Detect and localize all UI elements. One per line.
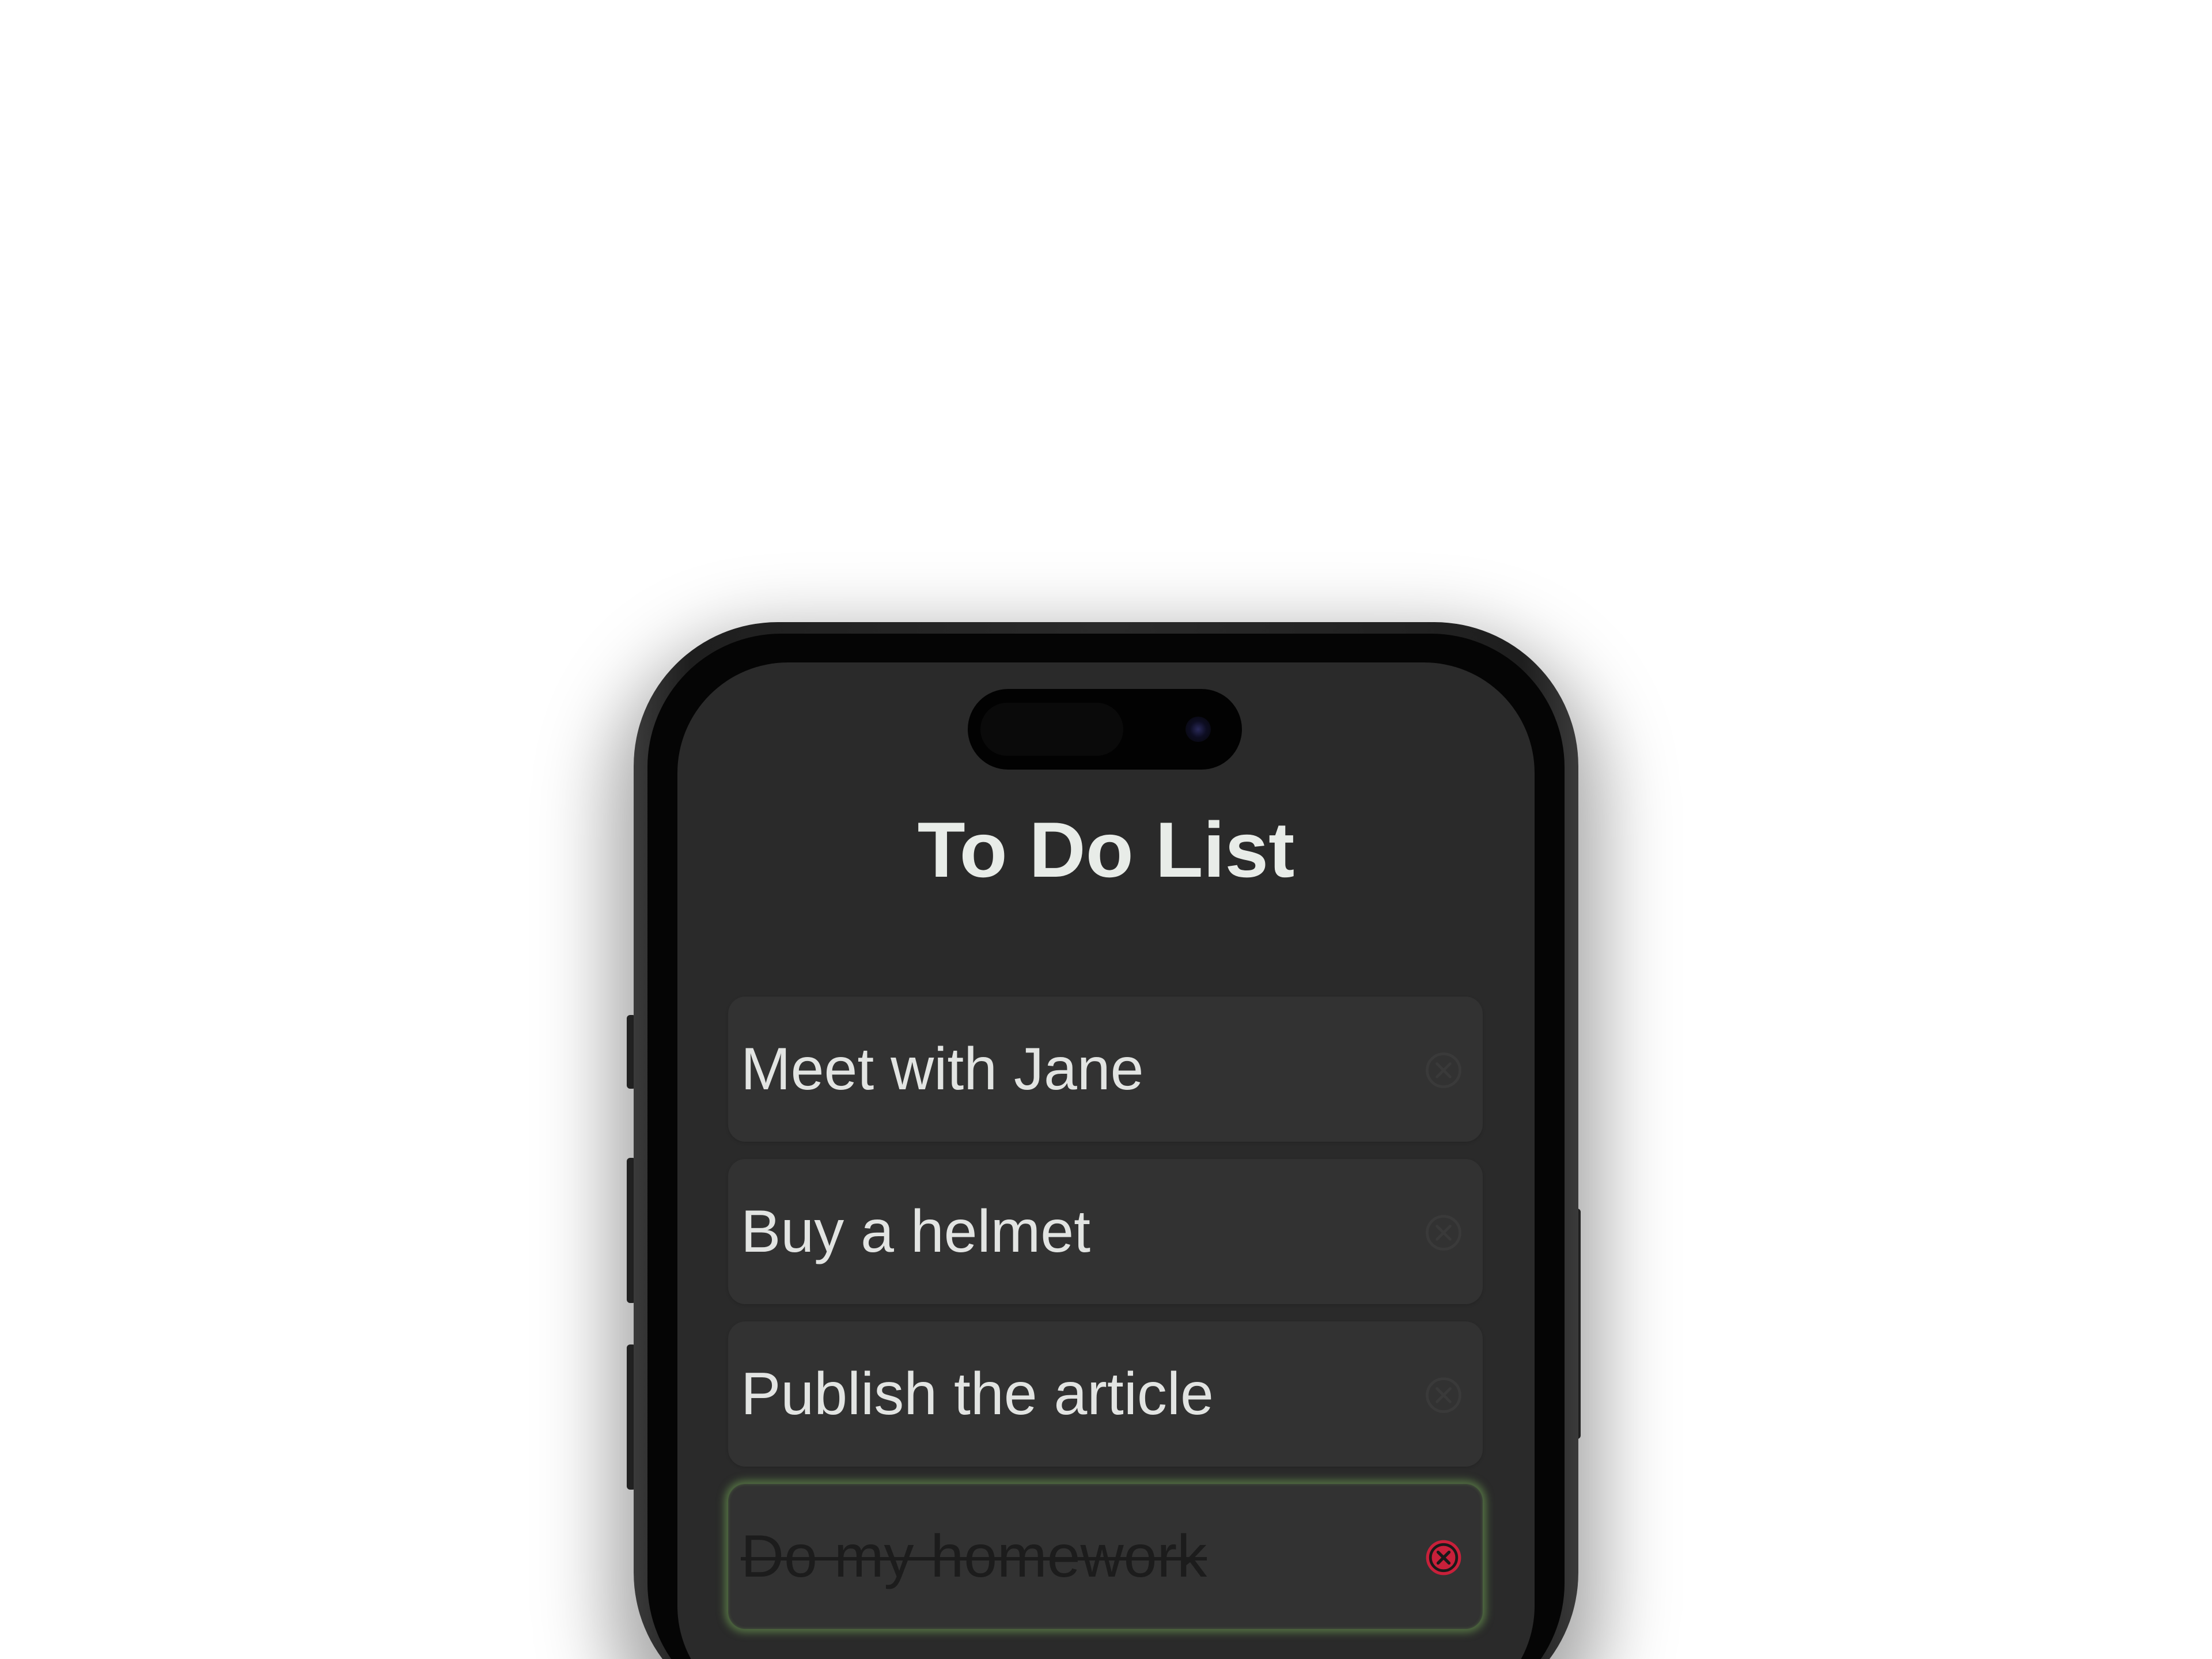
phone-screen: To Do List Meet with Jane Buy a helmet P… <box>677 662 1535 1659</box>
todo-item[interactable]: Publish the article <box>728 1321 1483 1467</box>
todo-item-text: Publish the article <box>741 1361 1214 1427</box>
delete-icon[interactable] <box>1422 1048 1465 1092</box>
page-title: To Do List <box>917 806 1295 893</box>
todo-item-text: Do my homework <box>741 1523 1207 1590</box>
todo-list: Meet with Jane Buy a helmet Publish the … <box>728 997 1483 1646</box>
dynamic-island <box>968 689 1242 770</box>
front-camera-icon <box>1185 717 1211 742</box>
delete-icon[interactable] <box>1422 1373 1465 1417</box>
todo-item[interactable]: Buy a helmet <box>728 1159 1483 1304</box>
face-id-sensor <box>980 703 1123 756</box>
delete-icon[interactable] <box>1422 1536 1465 1580</box>
delete-icon[interactable] <box>1422 1211 1465 1255</box>
todo-item[interactable]: Meet with Jane <box>728 997 1483 1142</box>
stage: To Do List Meet with Jane Buy a helmet P… <box>0 0 2212 1659</box>
todo-item-text: Buy a helmet <box>741 1198 1090 1265</box>
todo-item-text: Meet with Jane <box>741 1036 1144 1103</box>
todo-item-completed[interactable]: Do my homework <box>728 1484 1483 1629</box>
